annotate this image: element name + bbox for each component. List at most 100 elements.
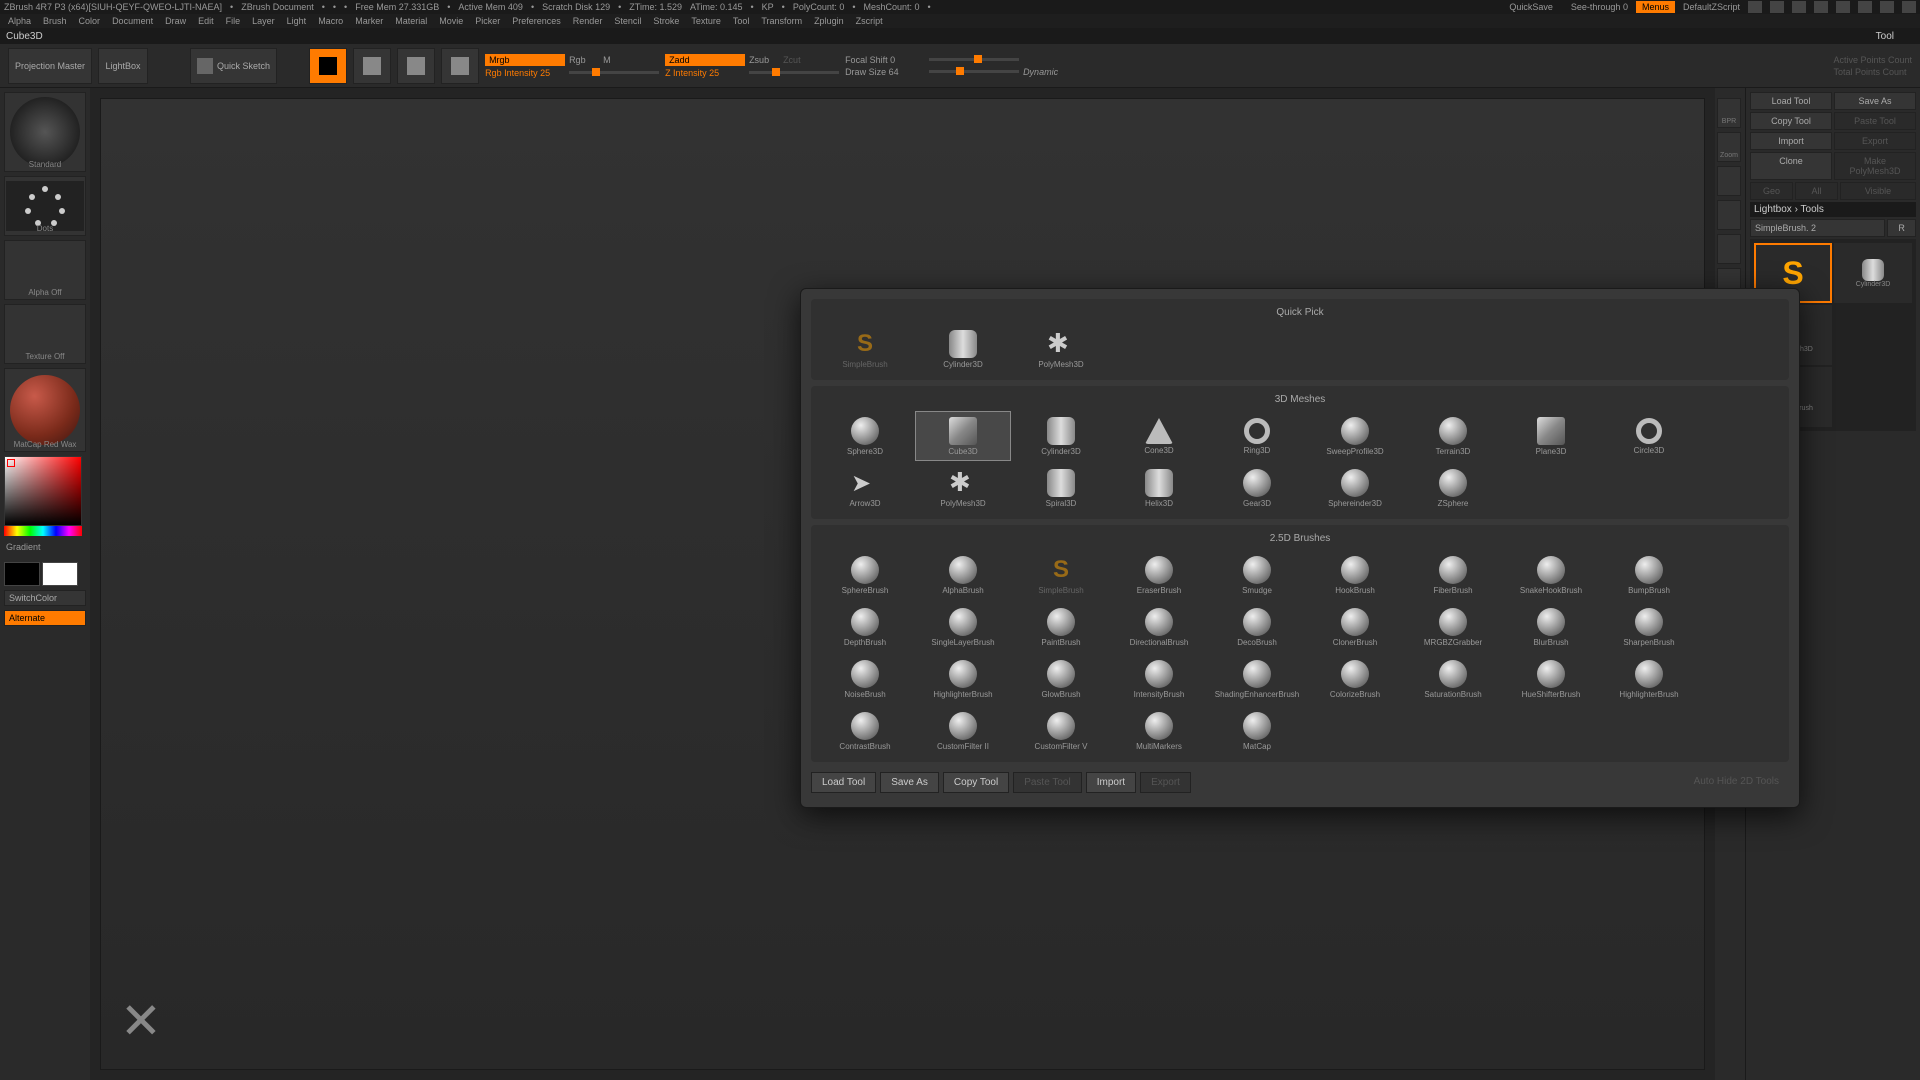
tool-item[interactable]: Plane3D xyxy=(1503,411,1599,461)
alternate-button[interactable]: Alternate xyxy=(4,610,86,626)
tool-item[interactable]: Smudge xyxy=(1209,550,1305,600)
saveas-button[interactable]: Save As xyxy=(1834,92,1916,110)
tool-item[interactable]: ✱PolyMesh3D xyxy=(1013,324,1109,374)
menu-item[interactable]: Movie xyxy=(439,16,463,26)
tool-item[interactable]: SaturationBrush xyxy=(1405,654,1501,704)
tool-item[interactable]: HighlighterBrush xyxy=(1601,654,1697,704)
menu-item[interactable]: Zscript xyxy=(856,16,883,26)
menu-item[interactable]: Zplugin xyxy=(814,16,844,26)
mrgb-button[interactable]: Mrgb xyxy=(485,54,565,66)
import-button[interactable]: Import xyxy=(1750,132,1832,150)
tool-item[interactable]: HighlighterBrush xyxy=(915,654,1011,704)
stroke-thumbnail[interactable]: Dots xyxy=(4,176,86,236)
nav-button[interactable]: Zoom xyxy=(1717,132,1741,162)
window-icon[interactable] xyxy=(1814,1,1828,13)
nav-button[interactable] xyxy=(1717,166,1741,196)
lightbox-tools-header[interactable]: Lightbox › Tools xyxy=(1750,202,1916,217)
export-button[interactable]: Export xyxy=(1834,132,1916,150)
tool-item[interactable]: BlurBrush xyxy=(1503,602,1599,652)
tool-item[interactable]: MultiMarkers xyxy=(1111,706,1207,756)
clone-button[interactable]: Clone xyxy=(1750,152,1832,180)
menu-item[interactable]: Alpha xyxy=(8,16,31,26)
loadtool-button[interactable]: Load Tool xyxy=(1750,92,1832,110)
tool-item[interactable]: SSimpleBrush xyxy=(1013,550,1109,600)
makepoly-button[interactable]: Make PolyMesh3D xyxy=(1834,152,1916,180)
tool-item[interactable]: Gear3D xyxy=(1209,463,1305,513)
tool-item[interactable]: GlowBrush xyxy=(1013,654,1109,704)
tool-item[interactable]: Cone3D xyxy=(1111,411,1207,461)
menu-item[interactable]: Picker xyxy=(475,16,500,26)
projection-master-button[interactable]: Projection Master xyxy=(8,48,92,84)
menu-item[interactable]: Draw xyxy=(165,16,186,26)
z-intensity-track[interactable] xyxy=(749,71,839,74)
popup-export-button[interactable]: Export xyxy=(1140,772,1191,793)
menu-item[interactable]: File xyxy=(226,16,241,26)
defaultscript[interactable]: DefaultZScript xyxy=(1683,2,1740,12)
tool-item[interactable]: Helix3D xyxy=(1111,463,1207,513)
tool-item[interactable]: SweepProfile3D xyxy=(1307,411,1403,461)
minimize-icon[interactable] xyxy=(1858,1,1872,13)
tool-item[interactable]: FiberBrush xyxy=(1405,550,1501,600)
zsub-button[interactable]: Zsub xyxy=(749,55,779,65)
tool-item[interactable]: ColorizeBrush xyxy=(1307,654,1403,704)
primary-color-swatch[interactable] xyxy=(42,562,78,586)
zadd-button[interactable]: Zadd xyxy=(665,54,745,66)
tool-thumb[interactable]: Cylinder3D xyxy=(1834,243,1912,303)
rgb-button[interactable]: Rgb xyxy=(569,55,599,65)
tool-item[interactable]: Terrain3D xyxy=(1405,411,1501,461)
tool-item[interactable]: EraserBrush xyxy=(1111,550,1207,600)
geo-button[interactable]: Geo xyxy=(1750,182,1793,200)
switchcolor-button[interactable]: SwitchColor xyxy=(4,590,86,606)
lightbox-button[interactable]: LightBox xyxy=(98,48,148,84)
tool-item[interactable]: BumpBrush xyxy=(1601,550,1697,600)
tool-item[interactable]: HueShifterBrush xyxy=(1503,654,1599,704)
nav-button[interactable] xyxy=(1717,234,1741,264)
tool-item[interactable]: Sphere3D xyxy=(817,411,913,461)
material-thumbnail[interactable]: MatCap Red Wax xyxy=(4,368,86,452)
texture-thumbnail[interactable]: Texture Off xyxy=(4,304,86,364)
canvas[interactable]: ✕ Quick Pick SSimpleBrushCylinder3D✱Poly… xyxy=(90,88,1715,1080)
m-button[interactable]: M xyxy=(603,55,623,65)
tool-header[interactable]: Tool xyxy=(1876,31,1914,42)
menu-item[interactable]: Tool xyxy=(733,16,750,26)
tool-item[interactable]: SingleLayerBrush xyxy=(915,602,1011,652)
tool-item[interactable]: CustomFilter II xyxy=(915,706,1011,756)
maximize-icon[interactable] xyxy=(1880,1,1894,13)
gradient-label[interactable]: Gradient xyxy=(4,540,86,554)
tool-item[interactable]: Sphereinder3D xyxy=(1307,463,1403,513)
tool-item[interactable]: CustomFilter V xyxy=(1013,706,1109,756)
tool-item[interactable]: ZSphere xyxy=(1405,463,1501,513)
menu-item[interactable]: Marker xyxy=(355,16,383,26)
pastetool-button[interactable]: Paste Tool xyxy=(1834,112,1916,130)
menu-item[interactable]: Material xyxy=(395,16,427,26)
color-picker[interactable] xyxy=(4,456,86,536)
menu-item[interactable]: Stroke xyxy=(653,16,679,26)
window-icon[interactable] xyxy=(1748,1,1762,13)
rgb-intensity-slider[interactable]: Rgb Intensity 25 xyxy=(485,68,565,78)
tool-item[interactable]: IntensityBrush xyxy=(1111,654,1207,704)
tool-item[interactable]: DecoBrush xyxy=(1209,602,1305,652)
menu-item[interactable]: Preferences xyxy=(512,16,561,26)
move-button[interactable] xyxy=(353,48,391,84)
tool-item[interactable]: NoiseBrush xyxy=(817,654,913,704)
all-button[interactable]: All xyxy=(1795,182,1838,200)
popup-autohide-button[interactable]: Auto Hide 2D Tools xyxy=(1684,772,1789,793)
popup-import-button[interactable]: Import xyxy=(1086,772,1136,793)
window-icon[interactable] xyxy=(1836,1,1850,13)
brush-thumbnail[interactable]: Standard xyxy=(4,92,86,172)
menu-item[interactable]: Macro xyxy=(318,16,343,26)
menu-item[interactable]: Edit xyxy=(198,16,214,26)
tool-item[interactable]: Circle3D xyxy=(1601,411,1697,461)
tool-item[interactable]: DepthBrush xyxy=(817,602,913,652)
zcut-button[interactable]: Zcut xyxy=(783,55,813,65)
rotate-button[interactable] xyxy=(441,48,479,84)
tool-item[interactable]: MatCap xyxy=(1209,706,1305,756)
draw-size-slider[interactable]: Draw Size 64 xyxy=(845,67,925,77)
tool-item[interactable]: Ring3D xyxy=(1209,411,1305,461)
tool-item[interactable]: ✱PolyMesh3D xyxy=(915,463,1011,513)
dynamic-label[interactable]: Dynamic xyxy=(1023,67,1063,77)
quicksketch-button[interactable]: Quick Sketch xyxy=(190,48,277,84)
menus-button[interactable]: Menus xyxy=(1636,1,1675,13)
z-intensity-slider[interactable]: Z Intensity 25 xyxy=(665,68,745,78)
seethrough[interactable]: See-through 0 xyxy=(1571,2,1628,12)
